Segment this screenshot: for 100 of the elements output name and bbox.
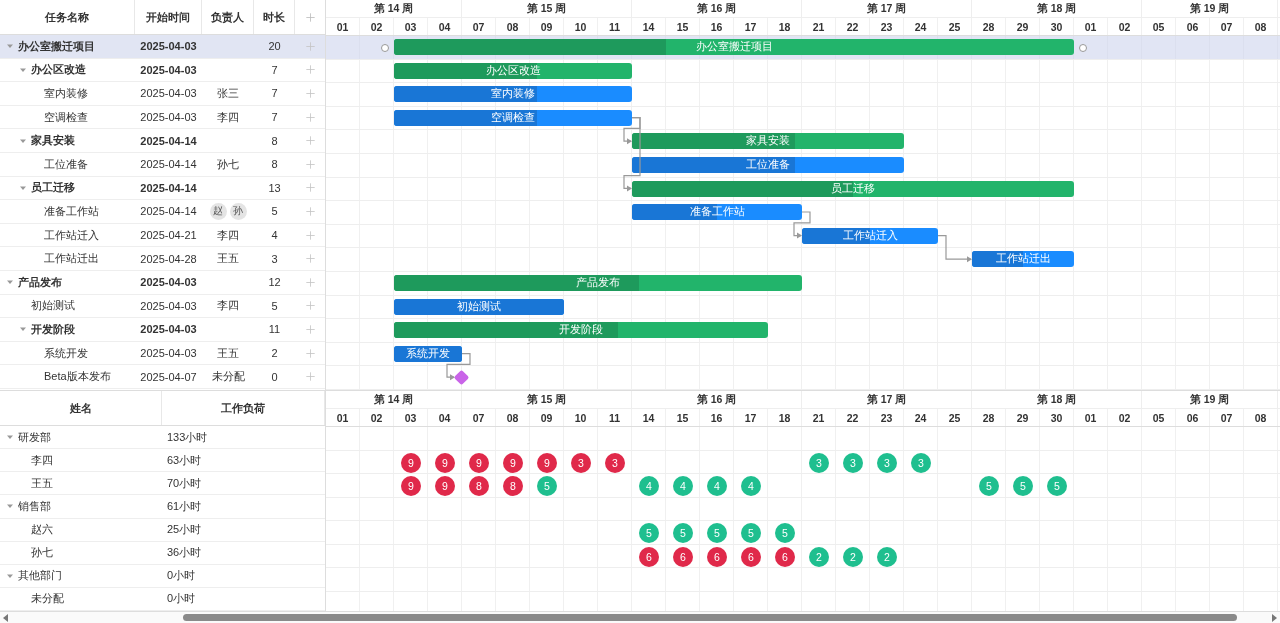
task-row[interactable]: 系统开发 2025-04-03 王五 2	[0, 341, 325, 366]
day-label: 11	[598, 18, 632, 35]
day-label: 11	[598, 409, 632, 426]
add-task-button[interactable]	[303, 228, 317, 242]
task-row[interactable]: 办公室搬迁项目 2025-04-03 20	[0, 35, 325, 59]
start-date: 2025-04-03	[140, 276, 197, 289]
add-task-button[interactable]	[303, 346, 317, 360]
task-bar[interactable]: 办公区改造	[394, 62, 632, 79]
scroll-left-icon[interactable]	[3, 613, 9, 622]
task-bar[interactable]: 员工迁移	[632, 180, 1074, 197]
bar-label: 准备工作站	[689, 205, 745, 220]
day-label: 10	[564, 18, 598, 35]
task-bar[interactable]: 家具安装	[632, 133, 904, 150]
day-label: 05	[1142, 18, 1176, 35]
horizontal-scrollbar[interactable]	[0, 612, 1280, 623]
add-icon	[303, 204, 317, 218]
task-bar[interactable]: 产品发布	[394, 274, 802, 291]
workload-count: 4	[639, 476, 659, 496]
add-task-button[interactable]	[303, 370, 317, 384]
duration: 7	[271, 87, 278, 100]
drag-handle[interactable]	[381, 44, 389, 52]
workload-count: 4	[707, 476, 727, 496]
add-icon	[303, 157, 317, 171]
task-bar[interactable]: 系统开发	[394, 345, 462, 362]
workload-count: 9	[435, 476, 455, 496]
resource-name: 王五	[31, 475, 53, 491]
workload-count: 3	[843, 452, 863, 473]
column-header: 姓名	[0, 391, 162, 425]
workload-count: 2	[843, 546, 863, 567]
task-row[interactable]: 工作站迁出 2025-04-28 王五 3	[0, 247, 325, 271]
workload-count: 8	[503, 476, 523, 496]
add-task-button[interactable]	[303, 87, 317, 100]
add-task-button[interactable]	[303, 252, 317, 266]
task-row[interactable]: 办公区改造 2025-04-03 7	[0, 58, 325, 83]
task-row[interactable]: 初始测试 2025-04-03 李四 5	[0, 294, 325, 319]
assignee: 王五	[217, 345, 239, 361]
task-row[interactable]: 工作站迁入 2025-04-21 李四 4	[0, 223, 325, 248]
task-bar[interactable]: 工作站迁出	[972, 251, 1074, 268]
task-row[interactable]: 室内装修 2025-04-03 张三 7	[0, 82, 325, 106]
task-row[interactable]: 准备工作站 2025-04-14 赵 孙 5	[0, 200, 325, 224]
day-label: 05	[1142, 409, 1176, 426]
resource-name: 未分配	[31, 591, 64, 607]
task-row[interactable]: 家具安装 2025-04-14 8	[0, 129, 325, 153]
task-name: 工位准备	[44, 156, 88, 172]
add-task-button[interactable]	[303, 181, 317, 195]
task-row[interactable]: 员工迁移 2025-04-14 13	[0, 176, 325, 201]
add-column-button[interactable]	[303, 10, 317, 24]
task-bar[interactable]: 室内装修	[394, 86, 632, 103]
drag-handle[interactable]	[1079, 44, 1087, 52]
workload-count: 5	[1047, 476, 1067, 496]
task-bar[interactable]: 空调检查	[394, 109, 632, 126]
add-task-button[interactable]	[303, 134, 317, 148]
add-task-button[interactable]	[303, 204, 317, 218]
add-task-button[interactable]	[303, 299, 317, 313]
task-row[interactable]: 工位准备 2025-04-14 孙七 8	[0, 152, 325, 177]
workload-count: 5	[707, 523, 727, 543]
scroll-right-icon[interactable]	[1271, 613, 1277, 622]
day-label: 17	[734, 18, 768, 35]
add-task-button[interactable]	[303, 275, 317, 289]
week-label: 第 15 周	[462, 391, 632, 408]
task-row[interactable]: Beta版本发布 2025-04-07 未分配 0	[0, 365, 325, 389]
task-row[interactable]: 开发阶段 2025-04-03 11	[0, 318, 325, 342]
bar-label: 产品发布	[576, 275, 620, 290]
workload-count: 5	[979, 476, 999, 496]
assignee: 李四	[217, 298, 239, 314]
add-task-button[interactable]	[303, 322, 317, 336]
day-label: 07	[462, 409, 496, 426]
day-label: 09	[530, 409, 564, 426]
week-label: 第 16 周	[632, 0, 802, 17]
workload-hours: 0小时	[166, 568, 196, 584]
add-icon	[303, 10, 317, 24]
task-bar[interactable]: 开发阶段	[394, 322, 768, 339]
bar-label: 员工迁移	[831, 181, 875, 196]
day-label: 21	[802, 409, 836, 426]
day-label: 14	[632, 409, 666, 426]
task-name: 开发阶段	[31, 321, 75, 337]
task-row[interactable]: 空调检查 2025-04-03 李四 7	[0, 105, 325, 130]
task-bar[interactable]: 初始测试	[394, 298, 564, 315]
start-date: 2025-04-14	[140, 158, 197, 171]
add-task-button[interactable]	[303, 63, 317, 77]
column-header: 时长	[254, 0, 295, 34]
day-label: 08	[1244, 18, 1278, 35]
scrollbar-thumb[interactable]	[183, 614, 1237, 621]
week-label: 第 18 周	[972, 0, 1142, 17]
column-header: 工作负荷	[162, 391, 325, 425]
day-label: 25	[938, 18, 972, 35]
task-bar[interactable]: 工作站迁入	[802, 227, 938, 244]
day-label: 03	[394, 18, 428, 35]
add-task-button[interactable]	[303, 110, 317, 124]
start-date: 2025-04-03	[140, 111, 197, 124]
duration: 0	[271, 370, 278, 383]
day-label: 06	[1176, 409, 1210, 426]
task-row[interactable]: 产品发布 2025-04-03 12	[0, 270, 325, 295]
add-task-button[interactable]	[303, 39, 317, 53]
workload-count: 3	[809, 452, 829, 473]
workload-count: 6	[741, 546, 761, 567]
add-icon	[303, 87, 317, 100]
workload-hours: 61小时	[166, 498, 202, 514]
task-bar[interactable]: 工位准备	[632, 156, 904, 173]
add-task-button[interactable]	[303, 157, 317, 171]
